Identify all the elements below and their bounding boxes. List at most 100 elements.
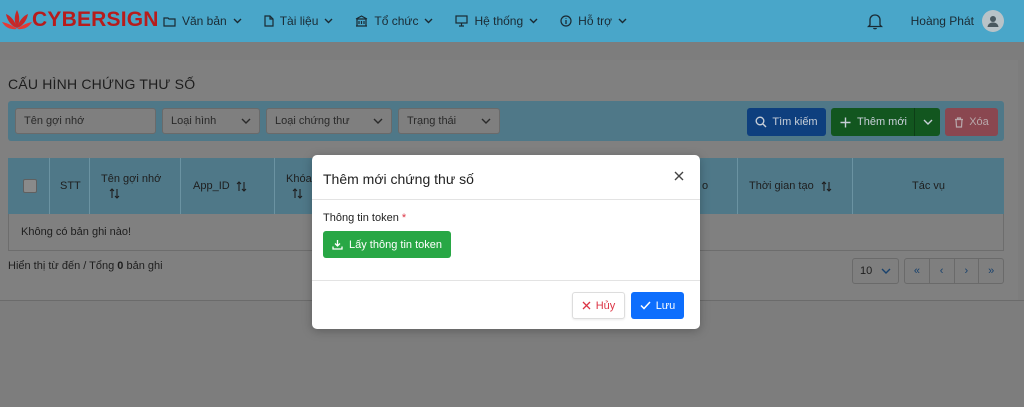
cert-type-label: Loại chứng thư [275,115,350,127]
column-header-stt[interactable]: STT [60,158,81,214]
column-divider [49,158,50,214]
chevron-down-icon [373,118,383,124]
pagination: « ‹ › » [904,258,1004,284]
get-token-button[interactable]: Lấy thông tin token [323,231,451,258]
download-icon [332,240,343,250]
first-page-button[interactable]: « [905,259,930,283]
summary-prefix: Hiển thị từ đến / Tổng [8,260,115,272]
cancel-label: Hủy [595,299,616,312]
chevron-down-icon [529,18,538,24]
menu-item-to-chuc[interactable]: Tổ chức [355,14,433,28]
modal-header: Thêm mới chứng thư số [312,155,700,200]
modal-footer-divider [312,280,700,281]
column-header-alias[interactable]: Tên gợi nhớ [101,158,161,214]
add-new-button[interactable]: Thêm mới [831,108,940,136]
folder-icon [163,16,176,27]
plus-icon [840,117,851,127]
alias-placeholder: Tên gợi nhớ [24,115,85,127]
last-page-button[interactable]: » [979,259,1003,283]
chevron-down-icon [241,118,251,124]
main-menu: Văn bản Tài liệu Tổ chức Hệ thống Hỗ trợ [163,0,649,42]
logo-text: CYBERSIGN [32,8,159,31]
chevron-down-icon [233,18,242,24]
trash-icon [955,116,964,128]
chevron-down-icon [618,18,627,24]
menu-label: Tài liệu [279,14,319,28]
delete-label: Xóa [969,116,989,128]
sort-icon [821,180,832,192]
top-navbar: CYBERSIGN Văn bản Tài liệu Tổ chức Hệ th… [0,0,1024,42]
status-label: Trạng thái [407,115,457,127]
search-icon [755,116,767,128]
select-all-checkbox[interactable] [23,179,37,193]
page-title: CẤU HÌNH CHỨNG THƯ SỐ [8,76,196,92]
check-icon [640,301,651,310]
column-header-created-time[interactable]: Thời gian tạo [749,158,832,214]
prev-page-button[interactable]: ‹ [930,259,955,283]
menu-item-tai-lieu[interactable]: Tài liệu [264,14,334,28]
token-info-label: Thông tin token * [323,212,406,224]
cert-type-select[interactable]: Loại chứng thư [266,108,392,134]
app-page: CYBERSIGN Văn bản Tài liệu Tổ chức Hệ th… [0,0,1024,407]
building-icon [356,15,368,27]
user-icon [987,16,999,27]
sort-icon [292,188,303,199]
column-header-actions: Tác vụ [912,158,945,214]
column-header-app-id[interactable]: App_ID [193,158,247,214]
column-header-partial[interactable]: o [702,158,708,214]
search-button[interactable]: Tìm kiếm [747,108,826,136]
user-name[interactable]: Hoàng Phát [911,14,974,28]
chevron-down-icon [881,268,891,274]
status-select[interactable]: Trạng thái [398,108,500,134]
column-divider [180,158,181,214]
close-icon[interactable] [672,169,686,183]
monitor-icon [455,15,469,27]
bell-icon[interactable] [866,13,883,30]
add-new-main[interactable]: Thêm mới [831,108,915,136]
record-summary: Hiển thị từ đến / Tổng 0 bản ghi [8,260,163,272]
add-dropdown-toggle[interactable] [915,119,940,125]
page-size-value: 10 [860,265,873,277]
alias-filter-input[interactable]: Tên gợi nhớ [15,108,156,134]
type-label: Loại hình [171,115,217,127]
lotus-logo-icon [2,10,32,30]
info-icon [560,15,572,27]
chevron-down-icon [923,119,932,125]
modal-title: Thêm mới chứng thư số [323,171,474,187]
column-label: Tên gợi nhớ [101,173,162,185]
column-label: Tác vụ [912,180,946,192]
add-label: Thêm mới [857,116,907,128]
chevron-down-icon [424,18,433,24]
column-divider [89,158,90,214]
empty-text: Không có bản ghi nào! [21,226,132,238]
required-mark: * [401,212,407,224]
type-select[interactable]: Loại hình [162,108,260,134]
menu-label: Văn bản [182,14,227,28]
avatar[interactable] [982,10,1004,32]
page-size-select[interactable]: 10 [852,258,899,284]
column-label: App_ID [193,180,230,192]
menu-label: Tổ chức [374,14,419,28]
column-label: Khóa [286,173,312,185]
add-certificate-modal: Thêm mới chứng thư số Thông tin token * … [312,155,700,329]
sort-icon [109,188,120,199]
nav-right: Hoàng Phát [866,0,1004,42]
menu-item-ho-tro[interactable]: Hỗ trợ [560,14,627,28]
save-label: Lưu [655,299,676,312]
column-divider [274,158,275,214]
next-page-button[interactable]: › [955,259,980,283]
column-divider [737,158,738,214]
menu-label: Hệ thống [474,14,524,28]
menu-item-van-ban[interactable]: Văn bản [163,14,242,28]
file-icon [264,15,274,27]
column-header-key[interactable]: Khóa [286,158,312,214]
save-button[interactable]: Lưu [631,292,684,319]
column-label: o [702,180,709,192]
column-divider [852,158,853,214]
column-label: STT [60,180,81,192]
summary-total: 0 [117,260,124,272]
delete-button[interactable]: Xóa [945,108,998,136]
menu-item-he-thong[interactable]: Hệ thống [455,14,538,28]
cancel-button[interactable]: Hủy [572,292,625,319]
cybersign-logo[interactable]: CYBERSIGN [2,8,159,32]
